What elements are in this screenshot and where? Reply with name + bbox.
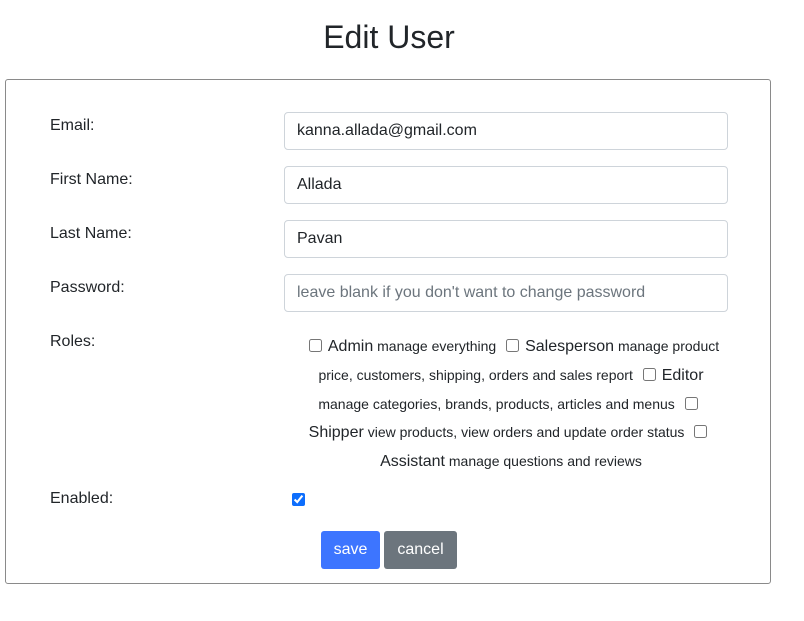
edit-user-form: Email: First Name: Last Name: Password: … [5, 79, 771, 584]
role-name: Assistant [380, 453, 445, 470]
first-name-label: First Name: [50, 171, 133, 188]
role-shipper-checkbox[interactable] [684, 397, 698, 410]
roles-checkbox-group: Admin manage everything Salesperson mana… [296, 332, 726, 476]
role-name: Shipper [308, 424, 364, 441]
role-name: Admin [327, 338, 374, 355]
email-label: Email: [50, 117, 95, 134]
roles-label: Roles: [50, 333, 96, 350]
password-label: Password: [50, 279, 125, 296]
page-title: Edit User [323, 19, 455, 55]
save-button[interactable]: save [321, 531, 380, 569]
last-name-label: Last Name: [50, 225, 132, 242]
role-admin-checkbox[interactable] [308, 339, 322, 352]
role-description: manage questions and reviews [448, 453, 642, 469]
role-assistant-checkbox[interactable] [694, 425, 708, 438]
role-admin: Admin manage everything [303, 338, 497, 355]
first-name-field[interactable] [284, 166, 728, 204]
role-description: view products, view orders and update or… [367, 424, 685, 440]
role-description: manage everything [377, 338, 497, 354]
email-field[interactable] [284, 112, 728, 150]
enabled-checkbox[interactable] [292, 493, 305, 506]
role-editor-checkbox[interactable] [642, 368, 656, 381]
role-name: Salesperson [525, 338, 615, 355]
role-description: manage categories, brands, products, art… [318, 396, 675, 412]
password-field[interactable] [284, 274, 728, 312]
cancel-button[interactable]: cancel [384, 531, 457, 569]
role-name: Editor [661, 367, 704, 384]
role-salesperson-checkbox[interactable] [506, 339, 520, 352]
last-name-field[interactable] [284, 220, 728, 258]
enabled-label: Enabled: [50, 490, 114, 507]
